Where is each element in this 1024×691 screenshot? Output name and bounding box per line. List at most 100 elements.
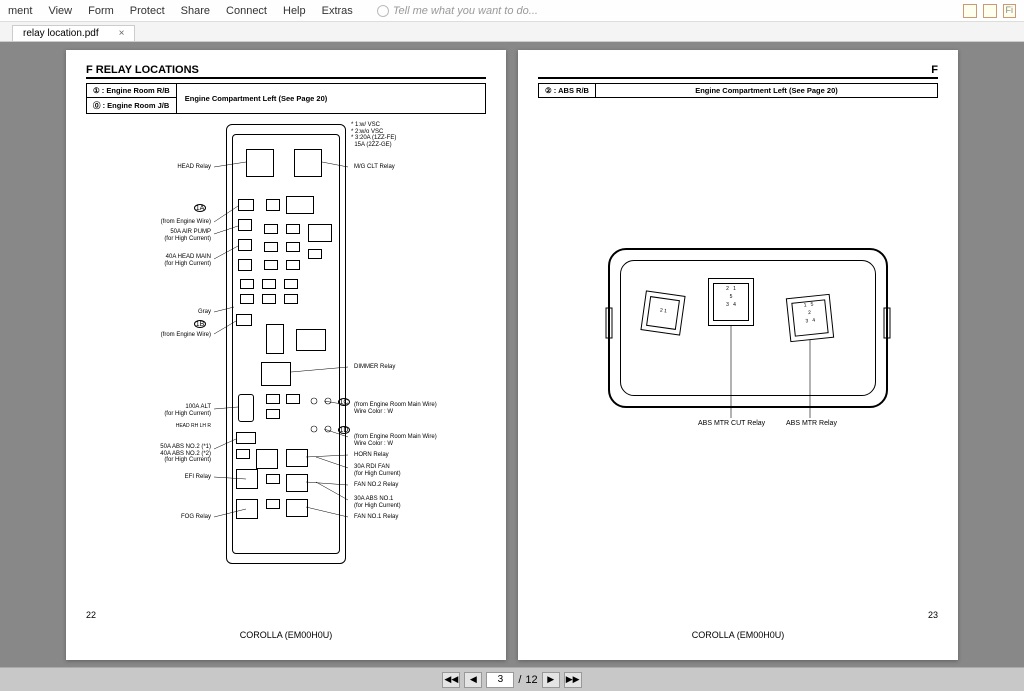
tab-title: relay location.pdf <box>23 28 99 39</box>
relay-component <box>266 394 280 404</box>
abs-relay-1: 2 1 <box>640 290 685 335</box>
menu-form[interactable]: Form <box>88 5 114 17</box>
legend-box-right: ② : ABS R/B Engine Compartment Left (See… <box>538 83 938 98</box>
relay-component <box>284 294 298 304</box>
relay-component <box>286 224 300 234</box>
lbl-dimmer-relay: DIMMER Relay <box>354 364 395 371</box>
toolbar-icon-2[interactable] <box>983 4 997 18</box>
legend-row-2: ⓪ : Engine Room J/B <box>87 98 176 113</box>
relay-component <box>296 329 326 351</box>
abs-relay-2: 2 1 5 3 4 <box>708 278 754 326</box>
page-number-right: 23 <box>928 610 938 620</box>
document-viewer[interactable]: F RELAY LOCATIONS ① : Engine Room R/B ⓪ … <box>0 42 1024 667</box>
lbl-fan-no2: FAN NO.2 Relay <box>354 482 398 489</box>
lightbulb-icon <box>377 5 389 17</box>
relay-component <box>246 149 274 177</box>
page-number-input[interactable] <box>486 672 514 688</box>
relay-component <box>238 239 252 251</box>
first-page-button[interactable]: ◀◀ <box>442 672 460 688</box>
relay-component <box>238 219 252 231</box>
lbl-abs-mtr-cut-relay: ABS MTR CUT Relay <box>698 420 765 428</box>
relay-component <box>262 279 276 289</box>
lbl-horn-relay: HORN Relay <box>354 452 389 459</box>
toolbar-icon-3[interactable]: Fi <box>1003 4 1017 18</box>
prev-page-button[interactable]: ◀ <box>464 672 482 688</box>
relay-component <box>238 199 254 211</box>
relay-component <box>286 499 308 517</box>
page-header: F RELAY LOCATIONS <box>86 64 486 79</box>
last-page-button[interactable]: ▶▶ <box>564 672 582 688</box>
section-title: F RELAY LOCATIONS <box>86 64 199 76</box>
lbl-abs-no2: 50A ABS NO.2 (*1) 40A ABS NO.2 (*2) (for… <box>160 444 211 464</box>
tab-close-button[interactable]: × <box>119 28 125 39</box>
relay-component <box>266 409 280 419</box>
lbl-air-pump: 50A AIR PUMP (for High Current) <box>164 229 211 242</box>
lbl-abs-no1: 30A ABS NO.1 (for High Current) <box>354 496 401 509</box>
menu-connect[interactable]: Connect <box>226 5 267 17</box>
tab-bar: relay location.pdf × <box>0 22 1024 42</box>
model-label-right: COROLLA (EM00H0U) <box>518 630 958 640</box>
legend-row-abs: ② : ABS R/B <box>539 84 595 97</box>
relay-component <box>238 394 254 422</box>
relay-component <box>284 279 298 289</box>
relay-component <box>264 224 278 234</box>
relay-component <box>286 196 314 214</box>
relay-component <box>264 260 278 270</box>
relay-component <box>240 294 254 304</box>
relay-component <box>264 242 278 252</box>
relay-component <box>294 149 322 177</box>
lbl-from-engine-wire-2: (from Engine Wire) <box>161 332 211 339</box>
marker-1a: 1A <box>194 204 206 212</box>
abs-diagram: 2 1 2 1 5 3 4 1 5 2 3 4 ABS MTR CUT Rela… <box>538 98 938 588</box>
relay-component <box>266 474 280 484</box>
next-page-button[interactable]: ▶ <box>542 672 560 688</box>
relay-component <box>308 224 332 242</box>
page-separator: / <box>518 674 521 686</box>
page-right: F ② : ABS R/B Engine Compartment Left (S… <box>518 50 958 660</box>
menu-extras[interactable]: Extras <box>322 5 353 17</box>
relay-component <box>236 469 258 489</box>
lbl-main-wire-2: (from Engine Room Main Wire) Wire Color … <box>354 434 437 447</box>
relay-component <box>308 249 322 259</box>
page-header: F <box>538 64 938 79</box>
relay-component <box>266 499 280 509</box>
section-letter: F <box>931 64 938 76</box>
document-tab[interactable]: relay location.pdf × <box>12 25 135 41</box>
relay-component <box>261 362 291 386</box>
relay-component <box>286 260 300 270</box>
lbl-head-rh-lh: HEAD RH LH R <box>176 424 211 430</box>
abs-relay-3: 1 5 2 3 4 <box>786 294 834 342</box>
relay-component <box>238 259 252 271</box>
lbl-from-engine-wire-1: (from Engine Wire) <box>161 219 211 226</box>
relay-diagram: * 1:w/ VSC * 2:w/o VSC * 3:20A (1ZZ-FE) … <box>86 114 486 604</box>
relay-component <box>240 279 254 289</box>
tell-me-search[interactable]: Tell me what you want to do... <box>377 5 538 17</box>
legend-box: ① : Engine Room R/B ⓪ : Engine Room J/B … <box>86 83 486 114</box>
relay-component <box>286 449 308 467</box>
relay-component <box>236 314 252 326</box>
vsc-notes: * 1:w/ VSC * 2:w/o VSC * 3:20A (1ZZ-FE) … <box>351 122 396 148</box>
page-number-left: 22 <box>86 610 96 620</box>
lbl-rdi-fan: 30A RDI FAN (for High Current) <box>354 464 401 477</box>
menu-view[interactable]: View <box>48 5 72 17</box>
toolbar-right-icons: Fi <box>963 4 1017 18</box>
relay-component <box>236 499 258 519</box>
menu-bar: ment View Form Protect Share Connect Hel… <box>0 0 1024 22</box>
menu-protect[interactable]: Protect <box>130 5 165 17</box>
lbl-alt: 100A ALT (for High Current) <box>164 404 211 417</box>
legend-location-right: Engine Compartment Left (See Page 20) <box>596 84 937 97</box>
menu-help[interactable]: Help <box>283 5 306 17</box>
menu-share[interactable]: Share <box>181 5 210 17</box>
lbl-gray: Gray <box>198 309 211 316</box>
relay-component <box>256 449 278 469</box>
legend-location: Engine Compartment Left (See Page 20) <box>177 84 336 113</box>
lbl-fan-no1: FAN NO.1 Relay <box>354 514 398 521</box>
toolbar-icon-1[interactable] <box>963 4 977 18</box>
relay-component <box>266 199 280 211</box>
relay-component <box>286 394 300 404</box>
menu-comment[interactable]: ment <box>8 5 32 17</box>
marker-1c: 1C <box>338 398 350 406</box>
lbl-head-relay: HEAD Relay <box>177 164 211 171</box>
legend-row-1: ① : Engine Room R/B <box>87 84 176 98</box>
tell-me-placeholder: Tell me what you want to do... <box>393 5 538 17</box>
